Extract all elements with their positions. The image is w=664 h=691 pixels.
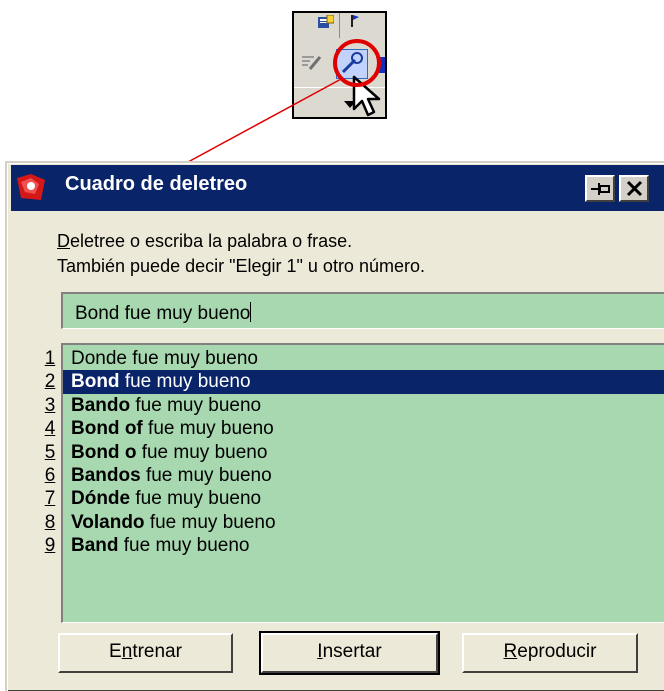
candidate-rest: fue muy bueno (144, 511, 276, 533)
candidate-number[interactable]: 3 (41, 394, 59, 417)
candidate-bold-part: Dónde (71, 488, 131, 510)
candidate-rest: fue muy bueno (119, 371, 251, 393)
instruction-mnemonic: D (57, 231, 70, 251)
candidate-number[interactable]: 6 (41, 464, 59, 487)
pin-button[interactable] (585, 175, 615, 202)
train-button[interactable]: Entrenar (58, 633, 233, 673)
spelling-dialog: Cuadro de deletreo Deletree o escriba la… (5, 161, 664, 691)
candidate-rest: fue muy bueno (130, 394, 262, 416)
pin-icon (591, 183, 610, 195)
highlight-circle (333, 39, 381, 87)
candidate-number[interactable]: 1 (41, 347, 59, 370)
candidate-rest: Donde fue muy bueno (71, 348, 258, 369)
instruction-line-1: Deletree o escriba la palabra o frase. (57, 229, 425, 254)
insert-button[interactable]: Insertar (259, 631, 440, 675)
instruction-line-2: También puede decir "Elegir 1" u otro nú… (57, 256, 425, 276)
candidate-rest: fue muy bueno (142, 418, 274, 440)
title-bar[interactable]: Cuadro de deletreo (11, 165, 664, 211)
candidate-rest: fue muy bueno (140, 464, 272, 486)
instructions: Deletree o escriba la palabra o frase. T… (57, 229, 425, 279)
candidate-item[interactable]: Volando fue muy bueno (63, 511, 664, 534)
candidate-rest: fue muy bueno (136, 441, 268, 463)
candidate-bold-part: Bond o (71, 441, 137, 463)
toolbar-doc-icon[interactable] (318, 15, 334, 28)
toolbar-pencil-icon[interactable] (300, 53, 322, 71)
candidate-bold-part: Volando (71, 511, 145, 533)
candidate-number[interactable]: 8 (41, 511, 59, 534)
candidate-rest: fue muy bueno (130, 488, 262, 510)
candidate-number[interactable]: 5 (41, 441, 59, 464)
play-button[interactable]: Reproducir (462, 633, 638, 673)
candidate-item[interactable]: Bond fue muy bueno (63, 370, 664, 394)
candidate-list[interactable]: Donde fue muy bueno Bond fue muy bueno Ban… (61, 343, 664, 623)
candidate-bold-part: Bandos (71, 464, 141, 486)
candidate-bold-part: Bond of (71, 418, 143, 440)
app-icon (17, 174, 45, 200)
close-icon (626, 180, 643, 197)
candidate-bold-part: Band (71, 535, 119, 557)
instruction-line-1-text: eletree o escriba la palabra o frase. (70, 231, 353, 251)
text-caret (250, 302, 252, 322)
candidate-rest: fue muy bueno (118, 535, 250, 557)
spelling-input[interactable]: Bond fue muy bueno (61, 292, 664, 329)
candidate-bold-part: Bando (71, 394, 131, 416)
candidate-item[interactable]: Bond o fue muy bueno (63, 441, 664, 464)
candidate-item[interactable]: Dónde fue muy bueno (63, 487, 664, 510)
candidate-number[interactable]: 7 (41, 487, 59, 510)
toolbar-flag-icon[interactable] (349, 15, 359, 27)
candidate-item[interactable]: Band fue muy bueno (63, 534, 664, 557)
candidate-item[interactable]: Bando fue muy bueno (63, 394, 664, 417)
candidate-bold-part: Bond (71, 371, 120, 393)
dialog-title: Cuadro de deletreo (65, 173, 248, 195)
spelling-input-value: Bond fue muy bueno (75, 303, 251, 324)
toolbar-separator (339, 13, 340, 38)
candidate-number[interactable]: 9 (41, 534, 59, 557)
candidate-item[interactable]: Bandos fue muy bueno (63, 464, 664, 487)
candidate-number[interactable]: 4 (41, 417, 59, 440)
candidate-item[interactable]: Donde fue muy bueno (63, 347, 664, 370)
candidate-item[interactable]: Bond of fue muy bueno (63, 417, 664, 440)
candidate-numbers: 123456789 (41, 347, 59, 558)
candidate-number[interactable]: 2 (41, 370, 59, 393)
close-button[interactable] (619, 175, 649, 202)
